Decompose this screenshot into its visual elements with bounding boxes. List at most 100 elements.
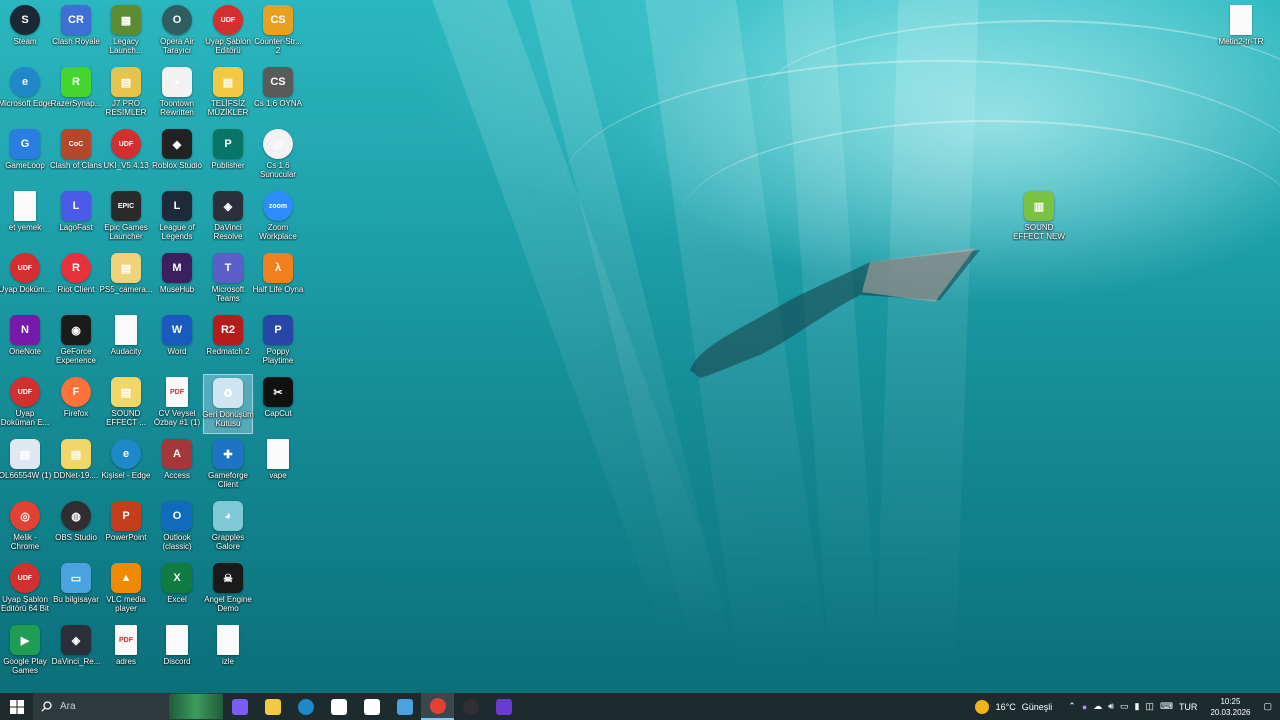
desktop-icon-gameforge[interactable]: ✚ Gameforge Client — [203, 436, 253, 496]
desktop-icon-uyap[interactable]: UDF Uyap Şablon Editörü 64 Bit — [0, 560, 50, 620]
desktop-icon-steam[interactable]: S Steam — [0, 2, 50, 62]
geforce-icon: ◉ — [61, 315, 91, 345]
taskbar-mail-button[interactable] — [355, 693, 388, 720]
desktop-icon-uyap[interactable]: UDF Uyap Şablon Editörü — [203, 2, 253, 62]
weather-sun-icon[interactable] — [974, 699, 989, 714]
recycle-bin-icon: ♻ — [213, 378, 243, 408]
network-icon[interactable]: ◫ — [1142, 701, 1157, 712]
desktop-icon-image-file[interactable]: ▨ OL66554W (1) — [0, 436, 51, 496]
weather-temp[interactable]: 16°C — [993, 702, 1019, 712]
desktop-icon-edge[interactable]: e Microsoft Edge — [0, 64, 52, 124]
taskbar-copilot-button[interactable] — [223, 693, 256, 720]
desktop-icon-toontown[interactable]: ◕ Toontown Rewritten — [152, 64, 202, 124]
desktop-icon-outlook[interactable]: O Outlook (classic) — [152, 498, 202, 558]
tray-app-icon[interactable]: ● — [1079, 702, 1090, 712]
desktop-icon-this-pc[interactable]: ▭ Bu bilgisayar — [51, 560, 101, 620]
desktop-icon-folder[interactable]: ▤ TELİFSİZ MÜZİKLER — [203, 64, 253, 124]
desktop-icon-document[interactable]: et yemek — [0, 188, 50, 248]
desktop-icon-edge[interactable]: e Kişisel - Edge — [101, 436, 151, 496]
desktop-icon-folder[interactable]: ▤ PS5_camera... — [100, 250, 152, 310]
desktop-icon-roblox[interactable]: ◆ Roblox Studio — [152, 126, 202, 186]
language-indicator[interactable]: TUR — [1176, 702, 1201, 712]
desktop-icon-pdf[interactable]: PDF CV Veysel Özbay #1 (1) — [152, 374, 202, 434]
desktop-icon-cs2[interactable]: CS Counter-Str... 2 — [253, 2, 303, 62]
desktop-icon-document[interactable]: Metin2-tr-TR — [1216, 2, 1266, 62]
desktop-icon-league[interactable]: L League of Legends — [152, 188, 202, 248]
desktop-icon-access[interactable]: A Access — [152, 436, 202, 496]
onedrive-icon[interactable]: ☁ — [1090, 701, 1105, 712]
desktop-icon-razer[interactable]: R RazerSynap... — [51, 64, 101, 124]
desktop-icon-teams[interactable]: T Microsoft Teams — [203, 250, 253, 310]
desktop-icon-zip-folder[interactable]: ▤ SOUND EFFECT ... — [101, 374, 151, 434]
desktop-icon-angel-engine[interactable]: ☠ Angel Engine Demo — [203, 560, 253, 620]
desktop-icon-opera[interactable]: O Opera Air Tarayıcı — [152, 2, 202, 62]
desktop-icon-zoom[interactable]: zoom Zoom Workplace — [253, 188, 303, 248]
taskbar-search[interactable]: Ara — [33, 693, 223, 720]
desktop-icon-clash-of-clans[interactable]: CoC Clash of Clans — [50, 126, 102, 186]
clock[interactable]: 10:25 20.03.2026 — [1200, 696, 1260, 718]
taskbar-this-pc-button[interactable] — [388, 693, 421, 720]
keyboard-icon[interactable]: ⌨ — [1157, 701, 1176, 712]
taskbar-edge-button[interactable] — [289, 693, 322, 720]
desktop-icon-publisher[interactable]: P Publisher — [203, 126, 253, 186]
desktop-icon-half-life[interactable]: λ Half Life Oyna — [253, 250, 303, 310]
desktop-icon-label: Google Play Games — [3, 657, 47, 675]
desktop-icon-lagofast[interactable]: L LagoFast — [51, 188, 101, 248]
file-explorer-icon — [264, 698, 281, 715]
desktop-icon-folder[interactable]: ▤ J7 PRO RESİMLER — [101, 64, 151, 124]
desktop-icon-powerpoint[interactable]: P PowerPoint — [101, 498, 151, 558]
start-button[interactable] — [0, 693, 33, 720]
desktop-icon-uyap[interactable]: UDF Uyap Doküm... — [0, 250, 51, 310]
weather-condition[interactable]: Güneşli — [1019, 702, 1056, 712]
desktop-icon-minecraft[interactable]: ▦ Legacy Launch... — [101, 2, 151, 62]
desktop-icon-poppy-playtime[interactable]: P Poppy Playtime — [253, 312, 303, 372]
desktop-icon-document[interactable]: Discord — [152, 622, 202, 682]
battery-icon[interactable]: ▭ — [1117, 701, 1132, 712]
desktop-icon-davinci[interactable]: ◈ DaVinci Resolve — [203, 188, 253, 248]
desktop-icon-redmatch[interactable]: R2 Redmatch 2 — [203, 312, 253, 372]
desktop-icon-grapples-galore[interactable]: ◕ Grapples Galore — [203, 498, 253, 558]
desktop-icon-word[interactable]: W Word — [152, 312, 202, 372]
desktop-icon-document[interactable]: Audacity — [101, 312, 151, 372]
taskbar-microsoft-store-button[interactable] — [322, 693, 355, 720]
davinci-icon: ◈ — [213, 191, 243, 221]
desktop-icon-cs16[interactable]: CS Cs 1.6 OYNA — [253, 64, 303, 124]
desktop-icon-label: Gameforge Client — [207, 471, 249, 489]
taskbar-obs-button[interactable] — [454, 693, 487, 720]
desktop-icon-onenote[interactable]: N OneNote — [0, 312, 50, 372]
desktop-icon-epic-games[interactable]: EPIC Epic Games Launcher — [101, 188, 151, 248]
desktop-icon-vlc[interactable]: ▲ VLC media player — [101, 560, 151, 620]
excel-icon: X — [162, 563, 192, 593]
desktop-icon-gameloop[interactable]: G GameLoop — [0, 126, 50, 186]
speaker-icon[interactable]: 🔊︎ — [1105, 701, 1117, 712]
desktop-icon-uyap[interactable]: UDF UKI_V5.4.13 — [101, 126, 151, 186]
desktop-icon-uyap[interactable]: UDF Uyap Doküman E... — [0, 374, 50, 434]
desktop-icon-firefox[interactable]: F Firefox — [51, 374, 101, 434]
microphone-icon[interactable]: ▮ — [1131, 701, 1142, 712]
desktop-icon-label: VLC media player — [106, 595, 146, 613]
notifications-icon[interactable]: ▢ — [1260, 701, 1280, 712]
desktop-icon-document[interactable]: izle — [203, 622, 253, 682]
desktop-icon-capcut[interactable]: ✂ CapCut — [253, 374, 303, 434]
desktop-icon-chrome[interactable]: ◎ Cs 1.6 Sunucular — [253, 126, 303, 186]
desktop-icon-geforce[interactable]: ◉ GeForce Experience — [51, 312, 101, 372]
desktop-icon-riot[interactable]: R Riot Client — [51, 250, 101, 310]
taskbar-file-explorer-button[interactable] — [256, 693, 289, 720]
desktop-icon-obs[interactable]: ◍ OBS Studio — [51, 498, 101, 558]
desktop-icon-davinci[interactable]: ◈ DaVinci_Re... — [51, 622, 101, 682]
edge-icon — [297, 698, 314, 715]
desktop-icon-musehub[interactable]: M MuseHub — [152, 250, 202, 310]
desktop-icon-google-play-games[interactable]: ▶ Google Play Games — [0, 622, 50, 682]
chevron-up-icon[interactable]: ⌃ — [1065, 701, 1079, 712]
desktop-icon-zip-folder[interactable]: ▤ DDNet-19.... — [51, 436, 101, 496]
poppy-playtime-icon: P — [263, 315, 293, 345]
desktop-icon-winrar[interactable]: ▥ SOUND EFFECT NEW — [1013, 188, 1065, 248]
desktop-icon-document[interactable]: vape — [253, 436, 303, 496]
desktop-icon-chrome[interactable]: ◎ Melik - Chrome — [0, 498, 50, 558]
desktop-icon-excel[interactable]: X Excel — [152, 560, 202, 620]
desktop-icon-clash-royale[interactable]: CR Clash Royale — [51, 2, 101, 62]
desktop-icon-recycle-bin[interactable]: ♻ Geri Dönüşüm Kutusu — [202, 374, 254, 434]
taskbar-musehub-button[interactable] — [487, 693, 520, 720]
taskbar-chrome-button[interactable] — [421, 693, 454, 720]
desktop-icon-pdf[interactable]: PDF adres — [101, 622, 151, 682]
